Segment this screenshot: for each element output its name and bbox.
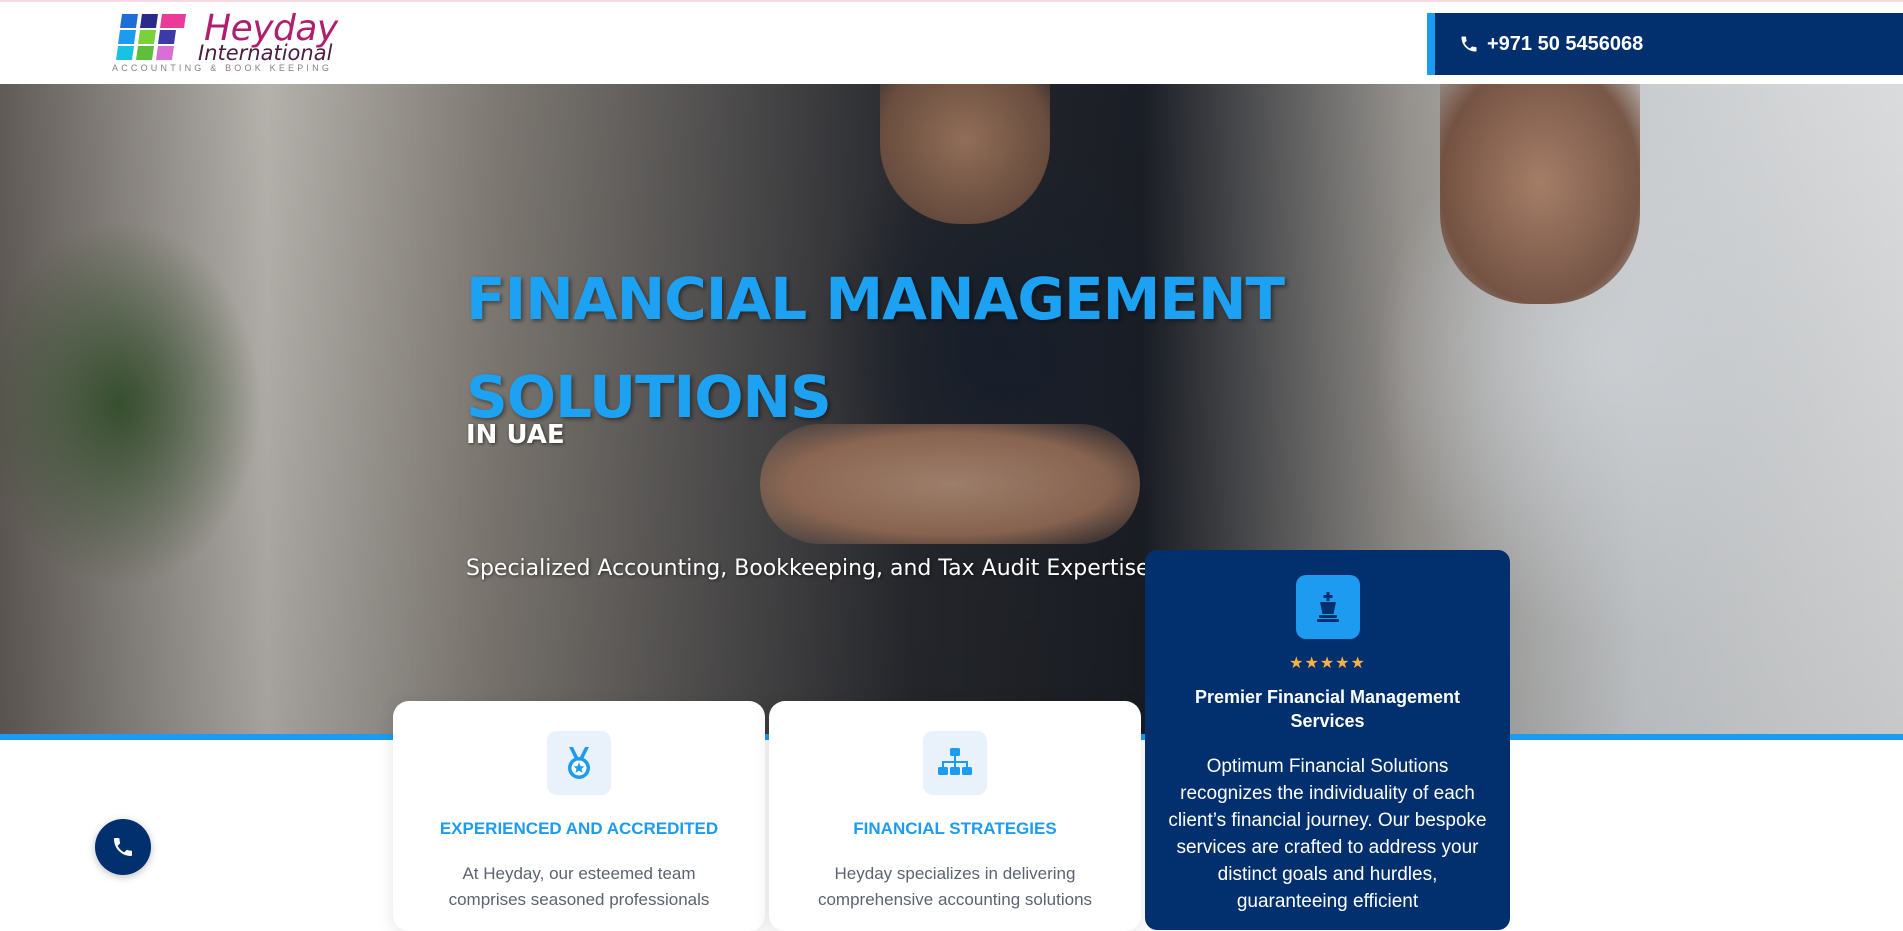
hero-photo-person-left — [880, 84, 1050, 224]
feature-card-strategies: FINANCIAL STRATEGIES Heyday specializes … — [769, 701, 1141, 931]
highlight-text: Optimum Financial Solutions recognizes t… — [1168, 756, 1487, 912]
logo[interactable]: Heyday International ACCOUNTING & BOOK K… — [112, 8, 372, 76]
highlight-card-premier-services: ★★★★★ Premier Financial Management Servi… — [1145, 550, 1510, 930]
highlight-icon-box — [1295, 575, 1360, 639]
logo-mark-icon — [116, 14, 186, 60]
hero-title-line-1: FINANCIAL MANAGEMENT — [466, 265, 1285, 333]
feature-icon-box — [923, 731, 987, 795]
rating-stars: ★★★★★ — [1289, 655, 1366, 672]
hero-description: Specialized Accounting, Bookkeeping, and… — [466, 556, 1150, 581]
feature-text: At Heyday, our esteemed team comprises s… — [448, 864, 710, 909]
logo-tagline: ACCOUNTING & BOOK KEEPING — [112, 63, 333, 73]
feature-title: FINANCIAL STRATEGIES — [853, 819, 1057, 838]
hero-photo-person-right — [1440, 84, 1640, 304]
hierarchy-icon — [938, 748, 972, 775]
phone-icon — [1461, 36, 1477, 52]
hero-title: FINANCIAL MANAGEMENT SOLUTIONS — [466, 250, 1285, 446]
header-phone-number: +971 50 5456068 — [1487, 32, 1644, 55]
logo-wordmark-secondary: International — [198, 41, 333, 65]
site-header: Heyday International ACCOUNTING & BOOK K… — [0, 2, 1903, 84]
floating-call-button[interactable] — [95, 819, 151, 875]
feature-card-experienced: EXPERIENCED AND ACCREDITED At Heyday, ou… — [393, 701, 765, 931]
highlight-title: Premier Financial Management Services — [1194, 687, 1461, 731]
feature-icon-box — [547, 731, 611, 795]
medal-icon — [568, 747, 590, 779]
hero-subtitle: IN UAE — [466, 420, 565, 450]
feature-text: Heyday specializes in delivering compreh… — [817, 864, 1093, 909]
feature-title: EXPERIENCED AND ACCREDITED — [439, 819, 719, 838]
header-phone-button[interactable]: +971 50 5456068 — [1427, 13, 1903, 75]
phone-icon — [114, 838, 132, 856]
chess-king-icon — [1316, 592, 1339, 622]
